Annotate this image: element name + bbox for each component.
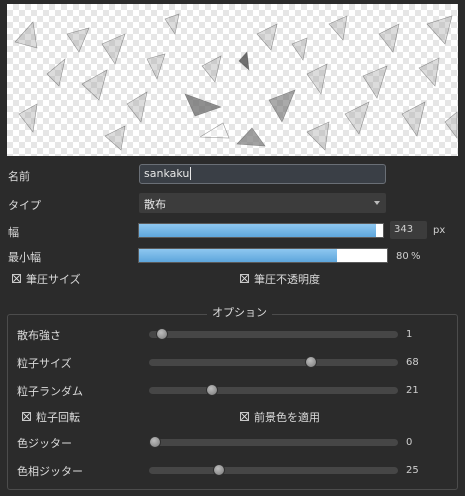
color-jitter-knob[interactable] [149, 436, 161, 448]
min-width-slider-fill [139, 249, 338, 262]
width-value: 343 [394, 224, 414, 235]
scatter-strength-track[interactable] [149, 331, 398, 338]
triangle-particles [14, 13, 458, 151]
color-jitter-label: 色ジッター [17, 437, 72, 450]
particle-random-track[interactable] [149, 387, 398, 394]
width-label: 幅 [8, 226, 19, 239]
width-slider-fill [139, 224, 376, 237]
scatter-strength-knob[interactable] [156, 328, 169, 340]
brush-type-value: 散布 [144, 198, 166, 211]
particle-rotate-checkbox[interactable] [22, 412, 31, 421]
apply-foreground-label: 前景色を適用 [254, 411, 320, 424]
options-title: オプション [207, 304, 272, 320]
pressure-size-label: 筆圧サイズ [26, 273, 81, 286]
text-cursor [190, 167, 192, 180]
particle-rotate-label: 粒子回転 [36, 411, 80, 424]
particle-size-track[interactable] [149, 359, 398, 366]
min-width-slider-bar[interactable] [138, 248, 388, 263]
pressure-opacity-checkbox[interactable] [240, 274, 249, 283]
scatter-strength-value: 1 [406, 329, 413, 340]
particle-random-knob[interactable] [205, 384, 218, 396]
particle-size-value: 68 [406, 357, 419, 368]
hue-jitter-knob[interactable] [212, 464, 225, 476]
brush-name-value: sankaku [144, 167, 190, 180]
min-width-value: 80 [396, 251, 409, 262]
width-value-field[interactable]: 343 [390, 221, 427, 239]
hue-jitter-label: 色相ジッター [17, 465, 83, 478]
min-width-label: 最小幅 [8, 251, 41, 264]
apply-foreground-checkbox[interactable] [240, 412, 249, 421]
name-label: 名前 [8, 170, 30, 183]
brush-type-select[interactable]: 散布 [139, 193, 386, 213]
scatter-strength-label: 散布強さ [17, 329, 61, 342]
particle-random-label: 粒子ランダム [17, 385, 83, 398]
width-unit: px [433, 225, 446, 236]
particle-random-value: 21 [406, 385, 419, 396]
hue-jitter-track[interactable] [149, 467, 398, 474]
color-jitter-value: 0 [406, 437, 413, 448]
particle-size-label: 粒子サイズ [17, 357, 72, 370]
brush-name-input[interactable]: sankaku [139, 164, 386, 184]
brush-preview [7, 4, 458, 156]
width-slider-bar[interactable] [138, 223, 384, 238]
color-jitter-track[interactable] [149, 439, 398, 446]
chevron-down-icon [374, 201, 380, 205]
min-width-unit: % [411, 251, 421, 262]
pressure-opacity-label: 筆圧不透明度 [254, 273, 320, 286]
hue-jitter-value: 25 [406, 465, 419, 476]
type-label: タイプ [8, 199, 41, 212]
pressure-size-checkbox[interactable] [12, 274, 21, 283]
